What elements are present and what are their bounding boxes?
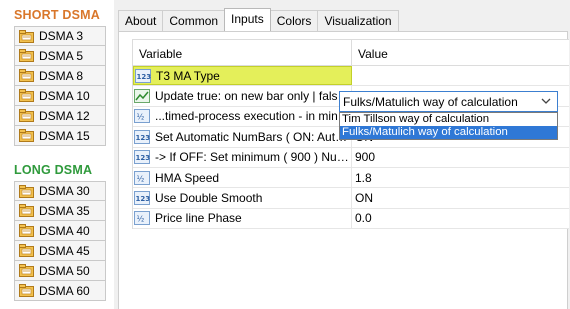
variable-cell[interactable]: ½ HMA Speed xyxy=(133,167,352,188)
svg-text:½: ½ xyxy=(137,113,145,122)
dsma-list-item[interactable]: DSMA 5 xyxy=(14,46,106,66)
tab-common[interactable]: Common xyxy=(162,10,226,31)
value-cell[interactable]: ON xyxy=(352,188,569,207)
indicator-folder-icon xyxy=(19,89,34,102)
value-cell[interactable]: 1.8 xyxy=(352,168,569,187)
numeric-123-icon: 123 xyxy=(134,129,155,144)
dsma-list-item[interactable]: DSMA 10 xyxy=(14,86,106,106)
dsma-list-item[interactable]: DSMA 12 xyxy=(14,106,106,126)
tab-bar: About Common Inputs Colors Visualization xyxy=(118,8,399,31)
fraction-icon: ½ xyxy=(134,109,155,124)
indicator-folder-icon xyxy=(19,29,34,43)
dsma-item-label: DSMA 60 xyxy=(39,283,90,298)
numeric-123-icon: 123 xyxy=(134,191,155,206)
fraction-icon: ½ xyxy=(134,170,155,185)
variable-cell[interactable]: 123 T3 MA Type xyxy=(133,66,352,86)
svg-text:123: 123 xyxy=(137,73,152,81)
indicator-folder-icon xyxy=(19,184,34,198)
dsma-list-item[interactable]: DSMA 60 xyxy=(14,281,106,301)
dsma-item-label: DSMA 35 xyxy=(39,203,90,218)
long-dsma-list: DSMA 30 DSMA 35 DSMA 40 DSMA 45 DSMA 50 DSMA … xyxy=(14,181,106,301)
variable-name: Set Automatic NumBars ( ON: Auto-limi... xyxy=(155,129,351,144)
dsma-item-label: DSMA 40 xyxy=(39,223,90,238)
tab-colors[interactable]: Colors xyxy=(269,10,319,31)
indicator-folder-icon xyxy=(19,109,34,122)
dsma-item-label: DSMA 50 xyxy=(39,263,90,278)
grid-row[interactable]: 123 -> If OFF: Set minimum ( 900 ) Number… xyxy=(133,147,569,168)
variable-name: HMA Speed xyxy=(155,170,220,185)
variable-name: ...timed-process execution - in minutes … xyxy=(155,109,351,124)
column-header-value[interactable]: Value xyxy=(352,40,569,65)
tab-inputs[interactable]: Inputs xyxy=(224,8,271,31)
indicator-folder-icon xyxy=(19,129,34,142)
indicator-folder-icon xyxy=(19,284,34,297)
svg-text:½: ½ xyxy=(137,215,145,224)
select-current-value: Fulks/Matulich way of calculation xyxy=(343,94,518,109)
variable-cell[interactable]: ½ ...timed-process execution - in minutes… xyxy=(133,106,352,127)
variable-cell[interactable]: 123 Use Double Smooth xyxy=(133,188,352,208)
variable-name: Price line Phase xyxy=(155,211,242,226)
variable-cell[interactable]: ½ Price line Phase xyxy=(133,208,352,229)
t3-ma-type-select[interactable]: Fulks/Matulich way of calculation xyxy=(339,91,558,112)
t3-ma-type-dropdown: Tim Tillson way of calculation Fulks/Matu… xyxy=(339,112,558,140)
indicator-folder-icon xyxy=(19,244,34,257)
dsma-list-item[interactable]: DSMA 50 xyxy=(14,261,106,281)
indicator-folder-icon xyxy=(19,204,34,217)
svg-text:123: 123 xyxy=(136,134,151,142)
grid-row[interactable]: 123 Use Double Smooth ON xyxy=(133,188,569,209)
dsma-item-label: DSMA 45 xyxy=(39,243,90,258)
short-dsma-title: SHORT DSMA xyxy=(14,8,101,22)
indicator-folder-icon xyxy=(19,264,34,277)
variable-cell[interactable]: 123 -> If OFF: Set minimum ( 900 ) Number… xyxy=(133,147,352,167)
svg-text:½: ½ xyxy=(137,174,145,183)
fraction-icon: ½ xyxy=(134,211,155,226)
dsma-item-label: DSMA 30 xyxy=(39,184,90,198)
variable-name: T3 MA Type xyxy=(156,68,220,83)
chevron-down-icon[interactable] xyxy=(541,96,551,106)
grid-row[interactable]: ½ Price line Phase 0.0 xyxy=(133,208,569,230)
dsma-list-item[interactable]: DSMA 30 xyxy=(14,181,106,201)
chart-line-icon xyxy=(134,89,155,104)
numeric-123-icon: 123 xyxy=(135,68,156,83)
dsma-item-label: DSMA 10 xyxy=(39,88,90,103)
variable-cell[interactable]: 123 Set Automatic NumBars ( ON: Auto-limi… xyxy=(133,127,352,147)
dsma-item-label: DSMA 5 xyxy=(39,48,84,63)
dsma-list-item[interactable]: DSMA 8 xyxy=(14,66,106,86)
indicator-folder-icon xyxy=(19,224,34,237)
indicator-folder-icon xyxy=(19,49,34,62)
dropdown-option[interactable]: Fulks/Matulich way of calculation xyxy=(340,126,557,139)
dropdown-option[interactable]: Tim Tillson way of calculation xyxy=(340,113,557,126)
dsma-list-item[interactable]: DSMA 40 xyxy=(14,221,106,241)
dsma-list-item[interactable]: DSMA 35 xyxy=(14,201,106,221)
value-cell[interactable]: 0.0 xyxy=(352,209,569,228)
variable-name: -> If OFF: Set minimum ( 900 ) Number ..… xyxy=(155,150,351,165)
tab-visualization[interactable]: Visualization xyxy=(317,10,399,31)
grid-row[interactable]: ½ HMA Speed 1.8 xyxy=(133,167,569,189)
value-cell[interactable] xyxy=(352,66,569,85)
variable-name: Use Double Smooth xyxy=(155,191,263,206)
numeric-123-icon: 123 xyxy=(134,150,155,165)
inputs-tab-panel: Variable Value 123 T3 MA Type Update true:… xyxy=(118,31,569,309)
grid-row[interactable]: 123 T3 MA Type xyxy=(133,66,569,87)
indicator-folder-icon xyxy=(19,69,34,82)
dsma-item-label: DSMA 15 xyxy=(39,128,90,143)
properties-dialog: About Common Inputs Colors Visualization Var… xyxy=(114,0,570,309)
variable-name: Update true: on new bar only | false: s.… xyxy=(155,89,351,104)
dsma-item-label: DSMA 8 xyxy=(39,68,84,83)
dsma-list-item[interactable]: DSMA 15 xyxy=(14,126,106,146)
long-dsma-title: LONG DSMA xyxy=(14,163,93,177)
dsma-list-item[interactable]: DSMA 3 xyxy=(14,26,106,46)
column-header-variable[interactable]: Variable xyxy=(133,40,352,65)
value-cell[interactable]: 900 xyxy=(352,148,569,167)
short-dsma-list: DSMA 3 DSMA 5 DSMA 8 DSMA 10 DSMA 12 DSMA 15 xyxy=(14,26,106,146)
variable-cell[interactable]: Update true: on new bar only | false: s.… xyxy=(133,86,352,106)
dsma-item-label: DSMA 12 xyxy=(39,108,90,123)
left-sidebar: SHORT DSMA DSMA 3 DSMA 5 DSMA 8 DSMA 10 DSMA… xyxy=(0,0,112,309)
tab-about[interactable]: About xyxy=(118,10,164,31)
dsma-list-item[interactable]: DSMA 45 xyxy=(14,241,106,261)
svg-text:123: 123 xyxy=(136,154,151,162)
svg-text:123: 123 xyxy=(136,195,151,203)
dsma-item-label: DSMA 3 xyxy=(39,29,84,43)
grid-header: Variable Value xyxy=(133,40,569,66)
